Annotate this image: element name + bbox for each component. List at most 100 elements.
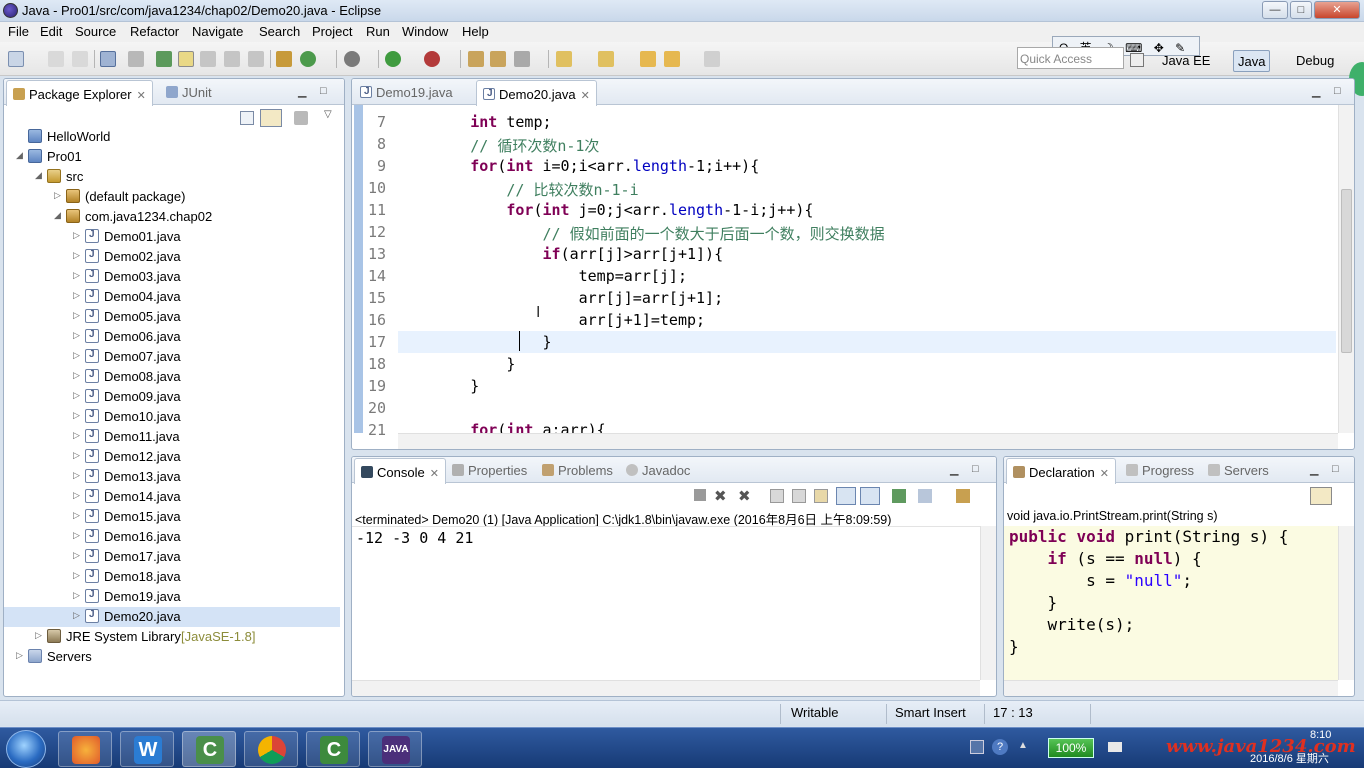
tree-item[interactable]: ▷ Demo07.java: [4, 347, 340, 367]
menu-navigate[interactable]: Navigate: [192, 24, 243, 39]
collapsed-arrow-icon[interactable]: ▷: [73, 410, 83, 421]
expanded-arrow-icon[interactable]: ◢: [35, 170, 45, 181]
collapsed-arrow-icon[interactable]: ▷: [73, 610, 83, 621]
tree-item[interactable]: ▷ Demo03.java: [4, 267, 340, 287]
collapsed-arrow-icon[interactable]: ▷: [73, 270, 83, 281]
tree-item[interactable]: ▷ Demo11.java: [4, 427, 340, 447]
taskbar-media-player[interactable]: [58, 731, 112, 767]
tree-item[interactable]: ▷ Demo01.java: [4, 227, 340, 247]
open-task-icon[interactable]: [156, 51, 172, 67]
collapsed-arrow-icon[interactable]: ▷: [73, 250, 83, 261]
editor-minimize-icon[interactable]: ▁: [1312, 85, 1320, 98]
console-output[interactable]: -12 -3 0 4 21: [356, 529, 473, 547]
tab-package-explorer[interactable]: Package Explorer ✕: [6, 80, 153, 106]
console-vertical-scrollbar[interactable]: [980, 526, 996, 680]
tree-item[interactable]: ▷ (default package): [4, 187, 340, 207]
tree-item[interactable]: ▷ Demo12.java: [4, 447, 340, 467]
open-declaration-icon[interactable]: [1310, 487, 1332, 505]
code-line[interactable]: int temp;: [398, 113, 551, 131]
tree-item[interactable]: ▷ Demo19.java: [4, 587, 340, 607]
pin-console-icon[interactable]: [892, 489, 906, 503]
terminal-icon[interactable]: [100, 51, 116, 67]
menu-source[interactable]: Source: [75, 24, 116, 39]
tree-item[interactable]: ▷ Demo06.java: [4, 327, 340, 347]
code-line[interactable]: // 循环次数n-1次: [398, 135, 599, 156]
taskbar-intellij[interactable]: C: [182, 731, 236, 767]
tray-keyboard-icon[interactable]: [970, 740, 984, 754]
tab-declaration[interactable]: Declaration ✕: [1006, 458, 1116, 484]
collapsed-arrow-icon[interactable]: ▷: [73, 470, 83, 481]
show-on-stdout-icon[interactable]: [836, 487, 856, 505]
tree-item[interactable]: ▷ Demo15.java: [4, 507, 340, 527]
next-annotation-icon[interactable]: [556, 51, 572, 67]
collapsed-arrow-icon[interactable]: ▷: [73, 370, 83, 381]
previous-annotation-icon[interactable]: [598, 51, 614, 67]
declaration-maximize-icon[interactable]: □: [1332, 463, 1339, 475]
tab-junit[interactable]: JUnit: [160, 79, 218, 105]
code-line[interactable]: // 比较次数n-1-i: [398, 179, 638, 200]
tree-item[interactable]: ◢ com.java1234.chap02: [4, 207, 340, 227]
taskbar-java-ide[interactable]: JAVA: [368, 731, 422, 767]
collapsed-arrow-icon[interactable]: ▷: [73, 310, 83, 321]
tree-item[interactable]: ▷ JRE System Library [JavaSE-1.8]: [4, 627, 340, 647]
editor-horizontal-scrollbar[interactable]: [398, 433, 1338, 449]
terminate-icon[interactable]: [694, 489, 706, 501]
code-line[interactable]: arr[j]=arr[j+1];: [398, 289, 724, 307]
tree-item[interactable]: ▷ Demo09.java: [4, 387, 340, 407]
code-line[interactable]: if(arr[j]>arr[j+1]){: [398, 245, 724, 263]
start-orb-icon[interactable]: [6, 730, 46, 768]
open-resource-icon[interactable]: [490, 51, 506, 67]
clear-console-icon[interactable]: [770, 489, 784, 503]
external-tools-icon[interactable]: [424, 51, 440, 67]
tab-progress[interactable]: Progress: [1120, 457, 1200, 483]
remove-all-launches-icon[interactable]: ✖: [738, 487, 751, 505]
editor-vertical-scrollbar[interactable]: [1338, 105, 1354, 433]
taskbar-word[interactable]: W: [120, 731, 174, 767]
collapsed-arrow-icon[interactable]: ▷: [73, 490, 83, 501]
tab-console[interactable]: Console ✕: [354, 458, 446, 484]
perspective-java[interactable]: Java: [1233, 50, 1271, 72]
code-line[interactable]: }: [398, 377, 479, 395]
taskbar-camtasia[interactable]: C: [306, 731, 360, 767]
tree-item[interactable]: ▷ Demo08.java: [4, 367, 340, 387]
code-line[interactable]: }: [398, 355, 515, 373]
clock-date[interactable]: 2016/8/6 星期六: [1250, 750, 1329, 766]
tree-item[interactable]: ▷ Demo20.java: [4, 607, 340, 627]
collapsed-arrow-icon[interactable]: ▷: [35, 630, 45, 641]
console-horizontal-scrollbar[interactable]: [352, 680, 980, 696]
tree-item[interactable]: ▷ Demo04.java: [4, 287, 340, 307]
console-maximize-icon[interactable]: □: [972, 463, 979, 475]
block-selection-icon[interactable]: [200, 51, 216, 67]
tab-javadoc[interactable]: Javadoc: [620, 457, 696, 483]
collapsed-arrow-icon[interactable]: ▷: [73, 590, 83, 601]
tab-problems[interactable]: Problems: [536, 457, 619, 483]
collapsed-arrow-icon[interactable]: ▷: [73, 570, 83, 581]
tree-item[interactable]: ▷ Demo05.java: [4, 307, 340, 327]
tab-demo19[interactable]: Demo19.java: [354, 79, 459, 105]
menu-run[interactable]: Run: [366, 24, 390, 39]
expanded-arrow-icon[interactable]: ◢: [16, 150, 26, 161]
tree-item[interactable]: ▷ Demo02.java: [4, 247, 340, 267]
save-all-icon[interactable]: [72, 51, 88, 67]
link-editor-icon[interactable]: [260, 109, 282, 127]
tree-item[interactable]: ◢ src: [4, 167, 340, 187]
console-minimize-icon[interactable]: ▁: [950, 463, 958, 476]
perspective-java-ee[interactable]: Java EE: [1158, 50, 1214, 72]
close-button[interactable]: ✕: [1314, 1, 1360, 19]
code-line[interactable]: for(int j=0;j<arr.length-1-i;j++){: [398, 201, 813, 219]
collapsed-arrow-icon[interactable]: ▷: [73, 330, 83, 341]
code-line[interactable]: }: [398, 333, 551, 351]
view-menu-chevron-down-icon[interactable]: ▽: [324, 109, 332, 120]
collapsed-arrow-icon[interactable]: ▷: [73, 290, 83, 301]
code-line[interactable]: // 假如前面的一个数大于后面一个数，则交换数据: [398, 223, 885, 244]
menu-window[interactable]: Window: [402, 24, 448, 39]
last-edit-icon[interactable]: [640, 51, 656, 67]
show-on-stderr-icon[interactable]: [860, 487, 880, 505]
tree-item[interactable]: ▷ Demo10.java: [4, 407, 340, 427]
refresh-icon[interactable]: [300, 51, 316, 67]
collapsed-arrow-icon[interactable]: ▷: [73, 550, 83, 561]
tree-item[interactable]: HelloWorld: [4, 127, 340, 147]
code-line[interactable]: temp=arr[j];: [398, 267, 687, 285]
menu-edit[interactable]: Edit: [40, 24, 62, 39]
code-line[interactable]: for(int i=0;i<arr.length-1;i++){: [398, 157, 759, 175]
